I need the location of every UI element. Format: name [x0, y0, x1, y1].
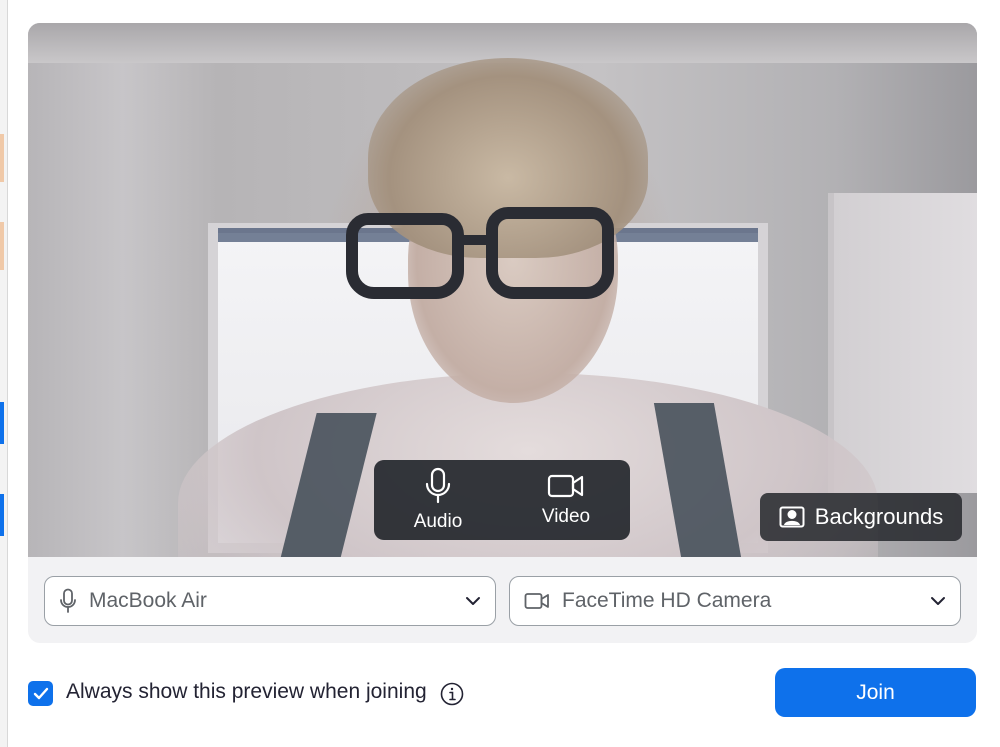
background-window-detail — [0, 134, 4, 182]
backgrounds-icon — [779, 506, 805, 528]
camera-select-value: FaceTime HD Camera — [562, 589, 772, 612]
video-person-glasses — [346, 213, 464, 299]
join-button[interactable]: Join — [775, 668, 976, 717]
video-button[interactable]: Video — [502, 460, 630, 540]
video-label: Video — [541, 506, 591, 527]
video-preview-dialog: Audio Video Backgrounds MacBook Air Face… — [8, 0, 1000, 747]
chevron-down-icon — [931, 597, 945, 605]
video-scene-cabinet — [828, 193, 977, 493]
microphone-icon — [425, 467, 451, 504]
background-window-detail — [0, 402, 4, 444]
camera-select[interactable]: FaceTime HD Camera — [509, 576, 961, 626]
backgrounds-button[interactable]: Backgrounds — [760, 493, 962, 541]
footer-row: Always show this preview when joining Jo… — [28, 668, 977, 718]
audio-button[interactable]: Audio — [374, 460, 502, 540]
video-camera-icon — [524, 593, 549, 609]
preview-card: Audio Video Backgrounds MacBook Air Face… — [28, 23, 977, 643]
chevron-down-icon — [466, 597, 480, 605]
checkmark-icon — [33, 687, 48, 700]
info-icon[interactable] — [440, 682, 464, 706]
video-person-glasses — [486, 207, 614, 299]
microphone-icon — [60, 588, 76, 613]
background-window-detail — [0, 494, 4, 536]
backgrounds-label: Backgrounds — [814, 504, 944, 529]
background-window-edge — [0, 0, 8, 747]
video-person-glasses-bridge — [458, 235, 492, 245]
audio-video-controls: Audio Video — [374, 460, 630, 540]
always-show-preview-label[interactable]: Always show this preview when joining — [66, 680, 427, 704]
microphone-select[interactable]: MacBook Air — [44, 576, 496, 626]
camera-preview: Audio Video Backgrounds — [28, 23, 977, 557]
background-window-detail — [0, 222, 4, 270]
video-camera-icon — [547, 474, 584, 498]
microphone-select-value: MacBook Air — [89, 589, 207, 612]
audio-label: Audio — [413, 511, 463, 532]
always-show-preview-checkbox[interactable] — [28, 681, 53, 706]
video-scene-ceiling — [28, 23, 977, 63]
